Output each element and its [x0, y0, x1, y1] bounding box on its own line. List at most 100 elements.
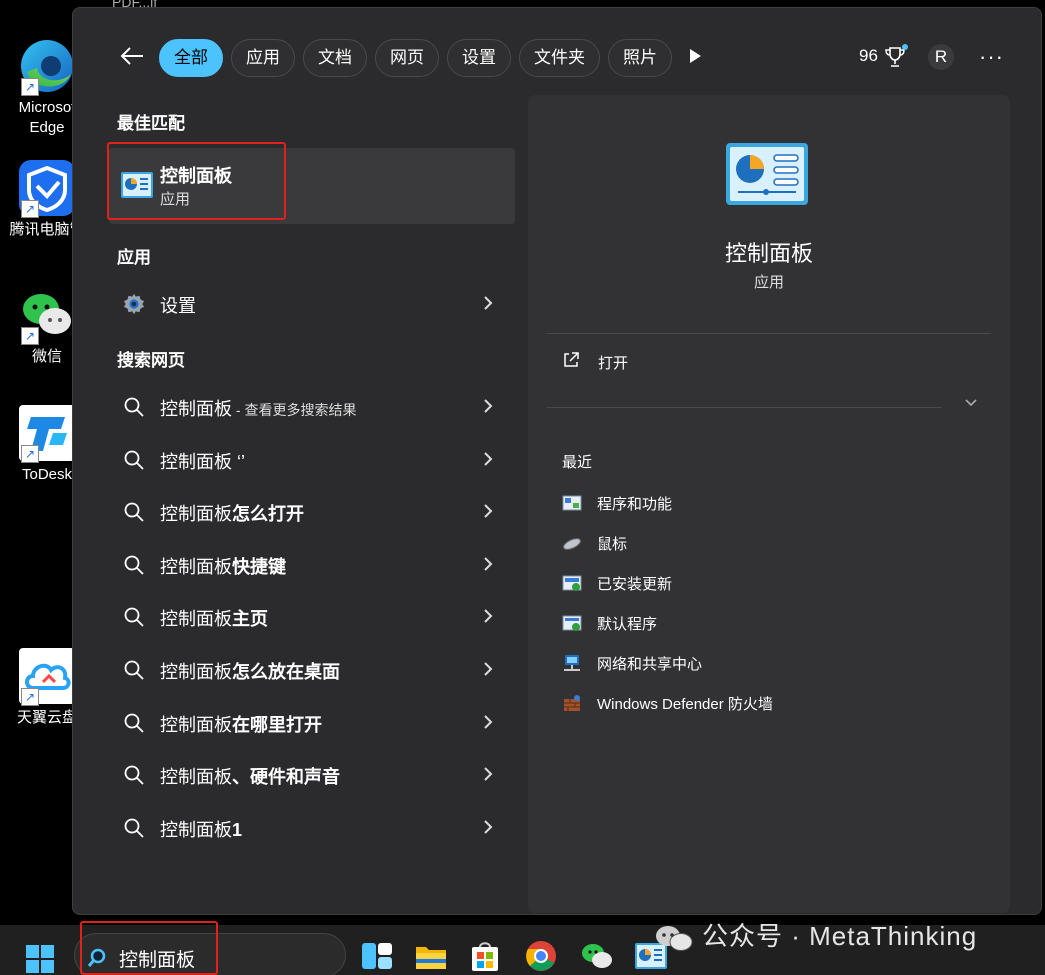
web-result-label: 控制面板在哪里打开 — [160, 711, 322, 737]
search-icon — [124, 607, 144, 627]
web-result-suffix: 怎么放在桌面 — [232, 662, 340, 682]
default-programs-icon — [562, 615, 582, 631]
programs-icon — [562, 495, 582, 511]
firewall-icon — [564, 695, 580, 711]
recent-item-label: 网络和共享中心 — [597, 656, 703, 673]
filter-tab-apps[interactable]: 应用 — [231, 39, 295, 77]
web-result-item[interactable]: 控制面板怎么放在桌面 — [109, 645, 515, 695]
web-result-item[interactable]: 控制面板、硬件和声音 — [109, 750, 515, 800]
windows-start-icon[interactable] — [26, 945, 54, 973]
recent-item[interactable]: 默认程序 — [562, 611, 962, 641]
notification-dot — [902, 44, 908, 50]
filter-tab-documents[interactable]: 文档 — [303, 39, 367, 77]
web-result-label: 控制面板 ‘’ — [160, 448, 245, 474]
recent-item-label: 已安装更新 — [597, 576, 673, 593]
search-panel: 全部 应用 文档 网页 设置 文件夹 照片 96 R ··· 最佳匹配 控制面板 — [72, 7, 1042, 915]
web-result-prefix: 控制面板 — [160, 662, 232, 682]
chevron-right-icon[interactable] — [483, 295, 493, 311]
detail-subtitle: 应用 — [753, 274, 784, 291]
chevron-right-icon[interactable] — [483, 398, 493, 414]
filter-tab-folders[interactable]: 文件夹 — [519, 39, 600, 77]
more-filters-play-icon[interactable] — [690, 49, 701, 63]
recent-item-label: 默认程序 — [597, 616, 658, 633]
rewards-points[interactable]: 96 — [859, 46, 878, 66]
search-icon — [124, 502, 144, 522]
web-result-item[interactable]: 控制面板 - 查看更多搜索结果 — [109, 382, 515, 432]
web-result-suffix: 快捷键 — [232, 557, 286, 577]
web-result-suffix: ‘’ — [232, 452, 245, 472]
app-result-settings[interactable]: 设置 — [109, 279, 515, 329]
web-result-item[interactable]: 控制面板怎么打开 — [109, 487, 515, 537]
file-explorer-icon[interactable] — [414, 939, 448, 973]
more-options-button[interactable]: ··· — [979, 44, 1004, 70]
search-icon — [124, 765, 144, 785]
shortcut-arrow-icon: ↗ — [21, 78, 39, 96]
section-title-apps: 应用 — [117, 248, 151, 267]
web-result-prefix: 控制面板 — [160, 820, 232, 840]
detail-title: 控制面板 — [724, 241, 813, 266]
shortcut-arrow-icon: ↗ — [21, 688, 39, 706]
search-topbar: 全部 应用 文档 网页 设置 文件夹 照片 96 R ··· — [73, 8, 1041, 88]
divider — [547, 333, 991, 334]
search-icon — [124, 713, 144, 733]
open-external-icon — [564, 352, 579, 367]
highlight-box-best-match — [107, 142, 286, 220]
web-result-item[interactable]: 控制面板 ‘’ — [109, 435, 515, 485]
open-action-label: 打开 — [598, 355, 629, 372]
recent-item-label: Windows Defender 防火墙 — [597, 696, 773, 713]
chevron-right-icon[interactable] — [483, 766, 493, 782]
filter-tab-web[interactable]: 网页 — [375, 39, 439, 77]
gear-icon — [123, 293, 145, 315]
chrome-icon[interactable] — [524, 939, 558, 973]
recent-item[interactable]: 网络和共享中心 — [562, 651, 962, 681]
back-arrow-icon[interactable] — [117, 41, 147, 71]
edge-icon: ↗ — [19, 38, 75, 96]
web-result-item[interactable]: 控制面板1 — [109, 803, 515, 853]
chevron-right-icon[interactable] — [483, 503, 493, 519]
control-panel-large-icon — [726, 143, 808, 205]
shortcut-arrow-icon: ↗ — [21, 327, 39, 345]
recent-item[interactable]: 程序和功能 — [562, 491, 962, 521]
widgets-icon[interactable] — [360, 939, 394, 973]
recent-item[interactable]: 已安装更新 — [562, 571, 962, 601]
recent-item-label: 鼠标 — [597, 536, 628, 553]
web-result-item[interactable]: 控制面板在哪里打开 — [109, 698, 515, 748]
web-result-item[interactable]: 控制面板主页 — [109, 592, 515, 642]
section-title-web-search: 搜索网页 — [117, 351, 185, 370]
app-result-label: 设置 — [160, 296, 196, 316]
chevron-right-icon[interactable] — [483, 819, 493, 835]
web-result-label: 控制面板 - 查看更多搜索结果 — [160, 395, 356, 421]
web-result-suffix: 在哪里打开 — [232, 715, 322, 735]
chevron-right-icon[interactable] — [483, 661, 493, 677]
filter-tabs: 全部 应用 文档 网页 设置 文件夹 照片 — [159, 39, 672, 77]
filter-tab-settings[interactable]: 设置 — [447, 39, 511, 77]
tianyi-cloud-icon: ↗ — [19, 648, 75, 706]
web-result-prefix: 控制面板 — [160, 557, 232, 577]
wechat-taskbar-icon[interactable] — [580, 939, 614, 973]
web-result-prefix: 控制面板 — [160, 504, 232, 524]
shortcut-arrow-icon: ↗ — [21, 200, 39, 218]
web-result-label: 控制面板、硬件和声音 — [160, 763, 340, 789]
microsoft-store-icon[interactable] — [468, 939, 502, 973]
trophy-icon[interactable] — [885, 46, 905, 68]
chevron-right-icon[interactable] — [483, 608, 493, 624]
watermark: 公众号 · MetaThinking — [654, 916, 977, 953]
web-result-label: 控制面板怎么打开 — [160, 500, 304, 526]
web-result-item[interactable]: 控制面板快捷键 — [109, 540, 515, 590]
section-title-best-match: 最佳匹配 — [117, 114, 185, 133]
recent-item[interactable]: Windows Defender 防火墙 — [562, 691, 962, 721]
filter-tab-all[interactable]: 全部 — [159, 39, 223, 77]
chevron-down-icon[interactable] — [964, 397, 978, 407]
chevron-right-icon[interactable] — [483, 714, 493, 730]
avatar[interactable]: R — [928, 44, 954, 70]
mouse-icon — [563, 538, 581, 550]
chevron-right-icon[interactable] — [483, 451, 493, 467]
filter-tab-photos[interactable]: 照片 — [608, 39, 672, 77]
tencent-shield-icon: ↗ — [19, 160, 75, 218]
chevron-right-icon[interactable] — [483, 556, 493, 572]
wechat-icon: ↗ — [19, 287, 75, 345]
recent-item[interactable]: 鼠标 — [562, 531, 962, 561]
web-result-label: 控制面板1 — [160, 816, 242, 842]
divider — [547, 407, 942, 408]
web-result-label: 控制面板快捷键 — [160, 553, 286, 579]
